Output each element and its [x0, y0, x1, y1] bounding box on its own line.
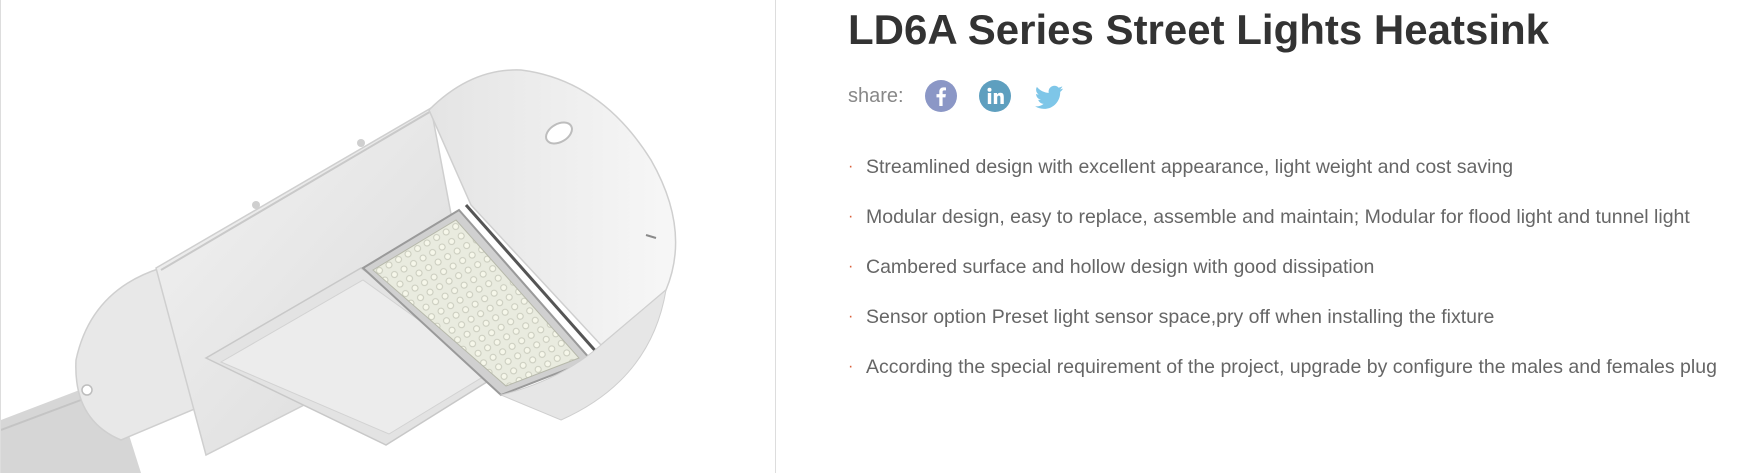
list-item: · According the special requirement of th… [848, 350, 1717, 400]
product-title: LD6A Series Street Lights Heatsink [848, 6, 1549, 53]
share-bar: share: [848, 76, 1086, 116]
product-image-panel [0, 0, 776, 473]
bullet-icon: · [848, 358, 854, 375]
list-item: · Streamlined design with excellent appea… [848, 150, 1717, 200]
list-item: · Cambered surface and hollow design with… [848, 250, 1717, 300]
bullet-icon: · [848, 308, 854, 325]
linkedin-share-button[interactable] [978, 79, 1012, 113]
feature-text: Sensor option Preset light sensor space,… [866, 306, 1495, 328]
street-light-image [1, 69, 677, 473]
facebook-icon [924, 80, 957, 112]
feature-text: Streamlined design with excellent appear… [866, 156, 1514, 178]
share-label: share: [848, 84, 904, 107]
linkedin-icon [978, 80, 1011, 112]
feature-text: Cambered surface and hollow design with … [866, 256, 1375, 278]
list-item: · Modular design, easy to replace, assemb… [848, 200, 1717, 250]
twitter-share-button[interactable] [1032, 79, 1066, 113]
product-info: LD6A Series Street Lights Heatsink share… [848, 0, 1748, 473]
facebook-share-button[interactable] [924, 79, 958, 113]
list-item: · Sensor option Preset light sensor space… [848, 300, 1717, 350]
feature-text: Modular design, easy to replace, assembl… [866, 206, 1690, 228]
bullet-icon: · [848, 158, 854, 175]
bullet-icon: · [848, 208, 854, 225]
feature-list: · Streamlined design with excellent appea… [848, 150, 1717, 400]
twitter-icon [1034, 85, 1063, 109]
feature-text: According the special requirement of the… [866, 356, 1717, 378]
bullet-icon: · [848, 258, 854, 275]
